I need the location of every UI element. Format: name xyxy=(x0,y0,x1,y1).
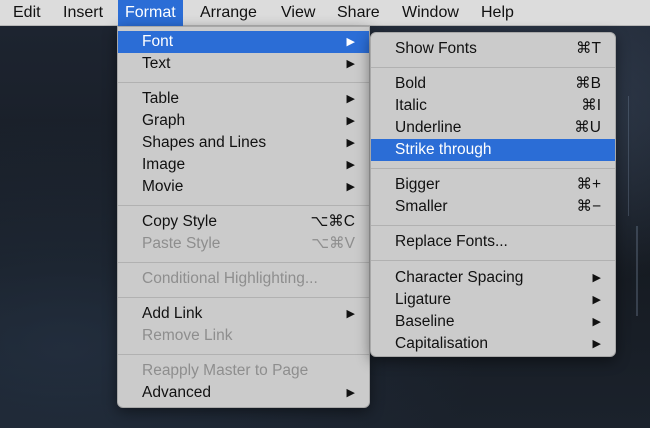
menu-item-label: Add Link xyxy=(142,305,203,322)
menu-item-label: Copy Style xyxy=(142,213,217,230)
submenu-arrow-icon: ▶ xyxy=(346,58,355,70)
menu-item-label: Image xyxy=(142,156,186,173)
menu-item-label: Table xyxy=(142,90,180,107)
menu-item-label: Underline xyxy=(395,119,462,136)
submenu-arrow-icon: ▶ xyxy=(346,115,355,127)
menu-item-conditional-highlighting: Conditional Highlighting... xyxy=(118,268,369,290)
menu-separator xyxy=(118,82,369,83)
shortcut-label: ⌘+ xyxy=(576,176,601,193)
menu-item-label: Ligature xyxy=(395,291,452,308)
menu-item-label: Font xyxy=(142,33,174,50)
shortcut-label: ⌥⌘C xyxy=(310,213,355,230)
menu-item-copy-style[interactable]: Copy Style ⌥⌘C xyxy=(118,211,369,233)
submenu-arrow-icon: ▶ xyxy=(346,159,355,171)
shortcut-label: ⌘I xyxy=(581,97,601,114)
menu-separator xyxy=(118,297,369,298)
menu-item-replace-fonts[interactable]: Replace Fonts... xyxy=(371,231,615,253)
shortcut-label: ⌘U xyxy=(574,119,601,136)
menu-separator xyxy=(118,205,369,206)
submenu-arrow-icon: ▶ xyxy=(592,316,601,328)
submenu-arrow-icon: ▶ xyxy=(346,387,355,399)
menu-item-label: Remove Link xyxy=(142,327,233,344)
menu-item-text[interactable]: Text ▶ xyxy=(118,53,369,75)
menu-item-movie[interactable]: Movie ▶ xyxy=(118,176,369,198)
submenu-arrow-icon: ▶ xyxy=(346,93,355,105)
menu-item-paste-style: Paste Style ⌥⌘V xyxy=(118,233,369,255)
wallpaper-light-streak xyxy=(636,226,638,316)
submenu-arrow-icon: ▶ xyxy=(346,308,355,320)
menu-item-label: Capitalisation xyxy=(395,335,489,352)
menu-item-smaller[interactable]: Smaller ⌘− xyxy=(371,196,615,218)
menu-item-label: Replace Fonts... xyxy=(395,233,508,250)
submenu-arrow-icon: ▶ xyxy=(346,36,355,48)
menu-item-label: Show Fonts xyxy=(395,40,477,57)
menu-item-capitalisation[interactable]: Capitalisation ▶ xyxy=(371,333,615,355)
menu-item-underline[interactable]: Underline ⌘U xyxy=(371,117,615,139)
menu-item-shapes-and-lines[interactable]: Shapes and Lines ▶ xyxy=(118,132,369,154)
menu-item-label: Advanced xyxy=(142,384,211,401)
wallpaper-light-streak xyxy=(628,96,629,216)
submenu-arrow-icon: ▶ xyxy=(592,338,601,350)
menu-item-label: Baseline xyxy=(395,313,455,330)
submenu-arrow-icon: ▶ xyxy=(592,294,601,306)
menu-item-label: Graph xyxy=(142,112,186,129)
menu-item-label: Bigger xyxy=(395,176,440,193)
menu-view[interactable]: View xyxy=(274,0,322,26)
menu-bar: Edit Insert Format Arrange View Share Wi… xyxy=(0,0,650,26)
menu-item-label: Paste Style xyxy=(142,235,221,252)
menu-item-reapply-master: Reapply Master to Page xyxy=(118,360,369,382)
menu-separator xyxy=(371,67,615,68)
menu-item-table[interactable]: Table ▶ xyxy=(118,88,369,110)
shortcut-label: ⌥⌘V xyxy=(311,235,355,252)
menu-item-character-spacing[interactable]: Character Spacing ▶ xyxy=(371,267,615,289)
menu-item-label: Italic xyxy=(395,97,427,114)
menu-separator xyxy=(118,354,369,355)
menu-share[interactable]: Share xyxy=(330,0,387,26)
menu-item-image[interactable]: Image ▶ xyxy=(118,154,369,176)
menu-item-advanced[interactable]: Advanced ▶ xyxy=(118,382,369,404)
menu-separator xyxy=(118,262,369,263)
menu-item-strike-through[interactable]: Strike through xyxy=(371,139,615,161)
menu-item-label: Shapes and Lines xyxy=(142,134,267,151)
menu-help[interactable]: Help xyxy=(474,0,521,26)
menu-item-ligature[interactable]: Ligature ▶ xyxy=(371,289,615,311)
menu-item-baseline[interactable]: Baseline ▶ xyxy=(371,311,615,333)
menu-format[interactable]: Format xyxy=(118,0,183,26)
menu-item-add-link[interactable]: Add Link ▶ xyxy=(118,303,369,325)
format-menu: Font ▶ Text ▶ Table ▶ Graph ▶ Shapes and… xyxy=(117,26,370,408)
menu-item-label: Text xyxy=(142,55,171,72)
menu-item-italic[interactable]: Italic ⌘I xyxy=(371,95,615,117)
menu-item-label: Movie xyxy=(142,178,184,195)
menu-separator xyxy=(371,260,615,261)
shortcut-label: ⌘− xyxy=(576,198,601,215)
menu-item-show-fonts[interactable]: Show Fonts ⌘T xyxy=(371,38,615,60)
font-submenu: Show Fonts ⌘T Bold ⌘B Italic ⌘I Underlin… xyxy=(370,32,616,357)
menu-insert[interactable]: Insert xyxy=(56,0,110,26)
menu-item-bold[interactable]: Bold ⌘B xyxy=(371,73,615,95)
menu-window[interactable]: Window xyxy=(395,0,466,26)
menu-item-font[interactable]: Font ▶ xyxy=(118,31,369,53)
submenu-arrow-icon: ▶ xyxy=(592,272,601,284)
menu-item-bigger[interactable]: Bigger ⌘+ xyxy=(371,174,615,196)
menu-arrange[interactable]: Arrange xyxy=(193,0,264,26)
menu-item-label: Smaller xyxy=(395,198,448,215)
menu-item-label: Conditional Highlighting... xyxy=(142,270,318,287)
submenu-arrow-icon: ▶ xyxy=(346,181,355,193)
menu-separator xyxy=(371,225,615,226)
menu-item-graph[interactable]: Graph ▶ xyxy=(118,110,369,132)
menu-item-label: Bold xyxy=(395,75,427,92)
menu-edit[interactable]: Edit xyxy=(6,0,48,26)
menu-item-remove-link: Remove Link xyxy=(118,325,369,347)
shortcut-label: ⌘B xyxy=(575,75,601,92)
menu-item-label: Reapply Master to Page xyxy=(142,362,309,379)
menu-item-label: Strike through xyxy=(395,141,492,158)
menu-separator xyxy=(371,168,615,169)
menu-item-label: Character Spacing xyxy=(395,269,524,286)
shortcut-label: ⌘T xyxy=(576,40,601,57)
submenu-arrow-icon: ▶ xyxy=(346,137,355,149)
